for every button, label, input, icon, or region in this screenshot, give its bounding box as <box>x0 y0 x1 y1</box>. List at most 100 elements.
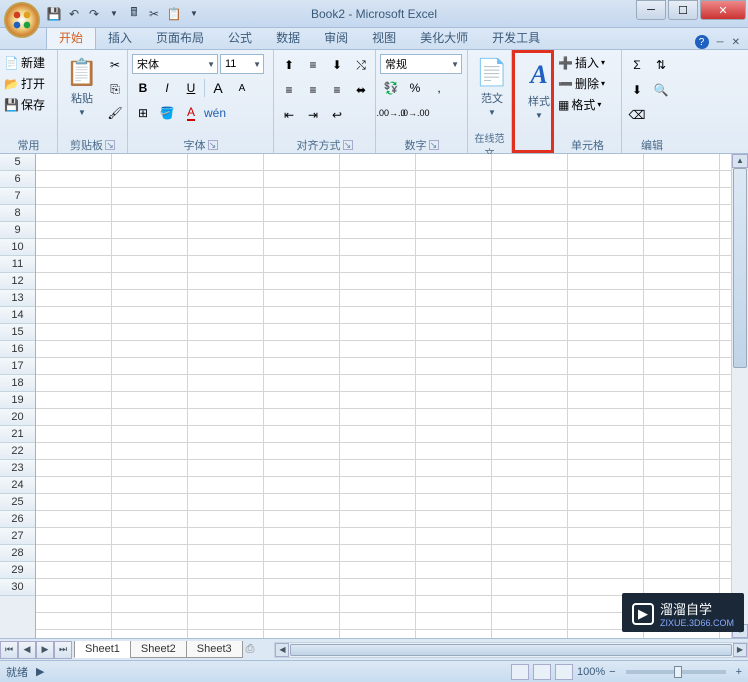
zoom-level[interactable]: 100% <box>577 666 605 678</box>
row-header[interactable]: 16 <box>0 341 35 358</box>
quicktext-button[interactable]: 📄 范文 ▼ <box>472 52 512 121</box>
zoom-slider[interactable] <box>626 670 726 674</box>
number-launcher[interactable]: ↘ <box>429 140 439 150</box>
maximize-button[interactable]: ☐ <box>668 0 698 20</box>
row-header[interactable]: 5 <box>0 154 35 171</box>
doc-close-icon[interactable]: ✕ <box>732 37 740 48</box>
sort-button[interactable]: ⇅ <box>650 54 672 76</box>
row-header[interactable]: 28 <box>0 545 35 562</box>
format-painter-button[interactable]: 🖌 <box>104 102 126 124</box>
font-launcher[interactable]: ↘ <box>208 140 218 150</box>
tab-view[interactable]: 视图 <box>360 26 408 49</box>
row-header[interactable]: 20 <box>0 409 35 426</box>
save-button[interactable]: 💾保存 <box>4 96 45 113</box>
page-layout-view-button[interactable] <box>533 664 551 680</box>
sheet-nav-button[interactable]: ▶ <box>36 641 54 659</box>
scroll-right-icon[interactable]: ▶ <box>733 643 747 657</box>
paste-button[interactable]: 📋 粘贴 ▼ <box>62 52 102 121</box>
align-right-button[interactable]: ≡ <box>326 79 348 101</box>
hscroll-thumb[interactable] <box>290 644 732 656</box>
help-icon[interactable]: ? <box>695 35 709 49</box>
row-header[interactable]: 12 <box>0 273 35 290</box>
scroll-left-icon[interactable]: ◀ <box>275 643 289 657</box>
redo-icon[interactable]: ↷ <box>86 6 102 22</box>
zoom-handle[interactable] <box>674 666 682 678</box>
row-header[interactable]: 15 <box>0 324 35 341</box>
font-size-combo[interactable]: 11▼ <box>220 54 264 74</box>
row-header[interactable]: 7 <box>0 188 35 205</box>
tab-beautify[interactable]: 美化大师 <box>408 26 480 49</box>
fill-color-button[interactable]: 🪣 <box>156 102 178 124</box>
font-name-combo[interactable]: 宋体▼ <box>132 54 218 74</box>
sheet-nav-button[interactable]: ⏮ <box>0 641 18 659</box>
sheet-nav-button[interactable]: ⏭ <box>54 641 72 659</box>
sheet-tab[interactable]: Sheet1 <box>74 641 131 658</box>
close-button[interactable]: ✕ <box>700 0 746 20</box>
number-format-combo[interactable]: 常规▼ <box>380 54 462 74</box>
new-button[interactable]: 📄新建 <box>4 54 45 71</box>
zoom-out-button[interactable]: − <box>609 666 615 678</box>
qat-dropdown-icon[interactable]: ▼ <box>106 6 122 22</box>
font-color-button[interactable]: A <box>180 102 202 124</box>
row-header[interactable]: 8 <box>0 205 35 222</box>
shrink-font-button[interactable]: A <box>231 77 253 99</box>
decrease-indent-button[interactable]: ⇤ <box>278 104 300 126</box>
vertical-scrollbar[interactable]: ▲ ▼ <box>731 154 748 638</box>
accounting-button[interactable]: 💱 <box>380 77 402 99</box>
percent-button[interactable]: % <box>404 77 426 99</box>
tab-formulas[interactable]: 公式 <box>216 26 264 49</box>
zoom-in-button[interactable]: + <box>736 666 742 678</box>
office-button[interactable] <box>4 2 40 38</box>
row-header[interactable]: 21 <box>0 426 35 443</box>
sheet-tab[interactable]: Sheet2 <box>130 641 187 658</box>
row-header[interactable]: 27 <box>0 528 35 545</box>
normal-view-button[interactable] <box>511 664 529 680</box>
macro-icon[interactable]: ▶ <box>36 665 44 678</box>
clipboard-launcher[interactable]: ↘ <box>105 140 115 150</box>
row-header[interactable]: 9 <box>0 222 35 239</box>
row-header[interactable]: 10 <box>0 239 35 256</box>
tool-icon[interactable]: 📋 <box>166 6 182 22</box>
row-header[interactable]: 13 <box>0 290 35 307</box>
align-bottom-button[interactable]: ⬇ <box>326 54 348 76</box>
row-header[interactable]: 11 <box>0 256 35 273</box>
row-header[interactable]: 24 <box>0 477 35 494</box>
new-sheet-icon[interactable]: ⎙ <box>246 643 255 656</box>
wrap-text-button[interactable]: ↩ <box>326 104 348 126</box>
insert-cells-button[interactable]: ➕插入▾ <box>558 54 605 71</box>
row-header[interactable]: 29 <box>0 562 35 579</box>
page-break-view-button[interactable] <box>555 664 573 680</box>
find-button[interactable]: 🔍 <box>650 79 672 101</box>
underline-button[interactable]: U <box>180 77 202 99</box>
phonetic-button[interactable]: wén <box>204 102 226 124</box>
row-header[interactable]: 26 <box>0 511 35 528</box>
tab-developer[interactable]: 开发工具 <box>480 26 552 49</box>
align-left-button[interactable]: ≡ <box>278 79 300 101</box>
minimize-ribbon-icon[interactable]: ─ <box>717 37 724 48</box>
tab-data[interactable]: 数据 <box>264 26 312 49</box>
open-button[interactable]: 📂打开 <box>4 75 45 92</box>
merge-button[interactable]: ⬌ <box>350 79 372 101</box>
sum-button[interactable]: Σ <box>626 54 648 76</box>
border-button[interactable]: ⊞ <box>132 102 154 124</box>
format-cells-button[interactable]: ▦格式▾ <box>558 96 605 113</box>
minimize-button[interactable]: ─ <box>636 0 666 20</box>
calc-icon[interactable]: 🖩 <box>126 6 142 22</box>
align-center-button[interactable]: ≡ <box>302 79 324 101</box>
fill-button[interactable]: ⬇ <box>626 79 648 101</box>
row-header[interactable]: 14 <box>0 307 35 324</box>
row-header[interactable]: 22 <box>0 443 35 460</box>
alignment-launcher[interactable]: ↘ <box>343 140 353 150</box>
bold-button[interactable]: B <box>132 77 154 99</box>
scroll-up-icon[interactable]: ▲ <box>732 154 748 168</box>
cells-area[interactable] <box>36 154 731 638</box>
row-header[interactable]: 17 <box>0 358 35 375</box>
grow-font-button[interactable]: A <box>207 77 229 99</box>
decrease-decimal-button[interactable]: .0→.00 <box>404 102 426 124</box>
horizontal-scrollbar[interactable]: ◀ ▶ <box>274 642 748 658</box>
comma-button[interactable]: , <box>428 77 450 99</box>
styles-button[interactable]: A 样式 ▼ <box>519 55 559 124</box>
tab-layout[interactable]: 页面布局 <box>144 26 216 49</box>
sheet-tab[interactable]: Sheet3 <box>186 641 243 658</box>
row-header[interactable]: 18 <box>0 375 35 392</box>
